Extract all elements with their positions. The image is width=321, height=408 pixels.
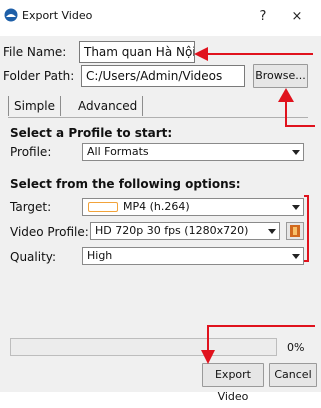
help-button[interactable]: ? bbox=[252, 7, 274, 27]
settings-icon bbox=[290, 225, 300, 237]
chevron-down-icon bbox=[292, 254, 300, 259]
folder-path-label: Folder Path: bbox=[3, 69, 75, 83]
chevron-down-icon bbox=[292, 205, 300, 210]
annotation-arrow-export bbox=[201, 350, 215, 364]
quality-value: High bbox=[87, 249, 113, 262]
video-profile-settings-button[interactable] bbox=[286, 222, 304, 240]
target-value: MP4 (h.264) bbox=[123, 200, 190, 213]
window-title: Export Video bbox=[22, 9, 93, 22]
annotation-line-browse-vertical bbox=[285, 101, 287, 127]
app-icon bbox=[4, 8, 18, 22]
title-bar: Export Video ? × bbox=[0, 0, 321, 36]
video-profile-dropdown[interactable]: HD 720p 30 fps (1280x720) bbox=[90, 222, 280, 240]
tab-bar: Simple Advanced bbox=[8, 96, 308, 116]
target-dropdown[interactable]: MP4 (h.264) bbox=[82, 198, 304, 216]
export-progress-bar bbox=[10, 338, 277, 356]
chevron-down-icon bbox=[268, 229, 276, 234]
file-name-label: File Name: bbox=[3, 45, 67, 59]
annotation-bracket-options bbox=[307, 195, 309, 262]
annotation-arrow-browse bbox=[278, 88, 294, 102]
video-profile-label: Video Profile: bbox=[10, 225, 89, 239]
video-profile-value: HD 720p 30 fps (1280x720) bbox=[95, 224, 249, 237]
options-section-title: Select from the following options: bbox=[10, 177, 241, 191]
annotation-line-export-vertical bbox=[207, 325, 209, 353]
target-label: Target: bbox=[10, 200, 52, 214]
file-name-input[interactable]: Tham quan Hà Nội bbox=[79, 41, 195, 63]
annotation-line-export-horizontal bbox=[207, 325, 315, 327]
quality-dropdown[interactable]: High bbox=[82, 247, 304, 265]
profile-dropdown[interactable]: All Formats bbox=[82, 143, 304, 161]
tab-advanced[interactable]: Advanced bbox=[73, 96, 144, 116]
export-video-button[interactable]: Export Video bbox=[202, 363, 264, 403]
quality-label: Quality: bbox=[10, 250, 57, 264]
profile-section-title: Select a Profile to start: bbox=[10, 126, 173, 140]
browse-button[interactable]: Browse... bbox=[253, 64, 308, 88]
tab-simple[interactable]: Simple bbox=[8, 96, 61, 116]
annotation-line-browse-horizontal bbox=[285, 125, 315, 127]
export-video-dialog: Export Video ? × File Name: Tham quan Hà… bbox=[0, 0, 321, 403]
cancel-button[interactable]: Cancel bbox=[269, 363, 317, 387]
annotation-arrow-file-name bbox=[194, 47, 208, 61]
progress-percent: 0% bbox=[287, 341, 305, 354]
annotation-line-file-name bbox=[204, 53, 313, 55]
chevron-down-icon bbox=[292, 150, 300, 155]
format-badge-icon bbox=[88, 202, 118, 212]
tab-divider bbox=[8, 117, 308, 118]
close-button[interactable]: × bbox=[286, 7, 308, 27]
annotation-bracket-bottom bbox=[304, 260, 309, 262]
folder-path-input[interactable]: C:/Users/Admin/Videos bbox=[81, 65, 245, 87]
profile-value: All Formats bbox=[87, 145, 149, 158]
annotation-bracket-top bbox=[304, 195, 309, 197]
profile-label: Profile: bbox=[10, 145, 52, 159]
